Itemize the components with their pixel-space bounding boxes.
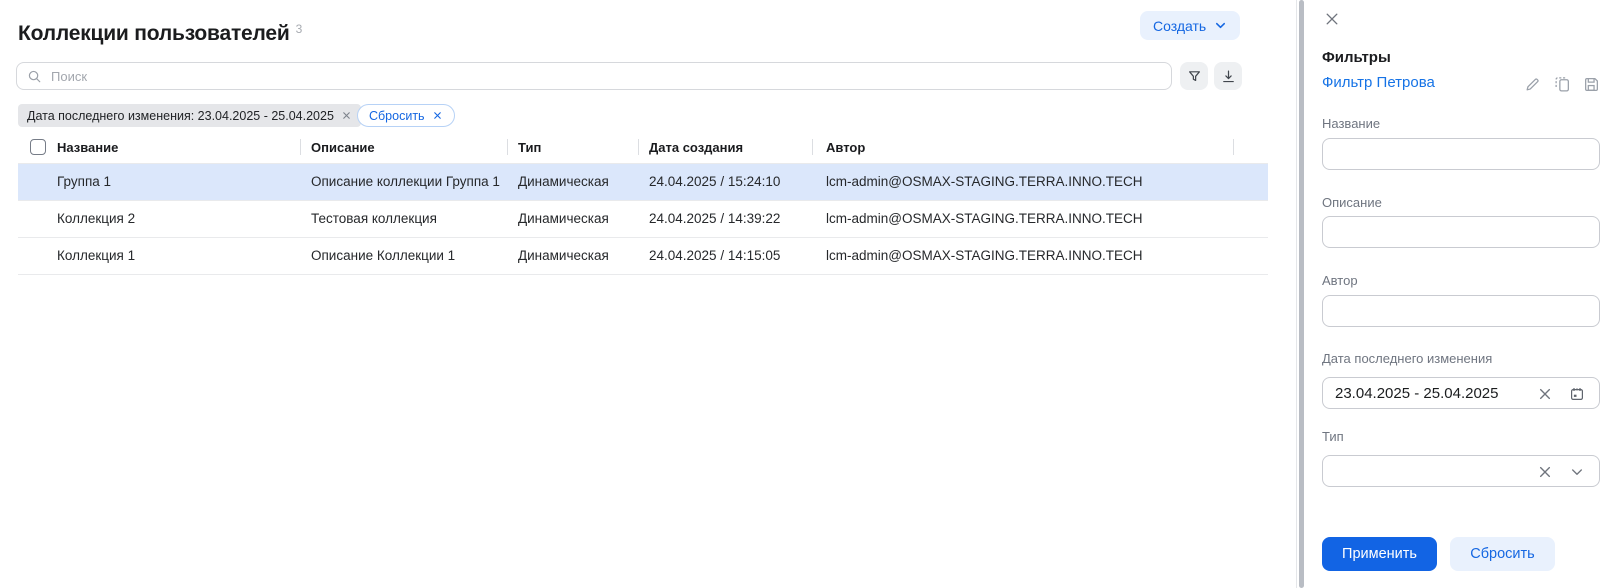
column-divider xyxy=(812,139,813,155)
column-divider xyxy=(300,139,301,155)
page-title: Коллекции пользователей 3 xyxy=(18,22,302,46)
close-icon xyxy=(1537,386,1555,402)
cell-type: Динамическая xyxy=(518,238,609,274)
active-filter-chip-date[interactable]: Дата последнего изменения: 23.04.2025 - … xyxy=(18,104,361,127)
create-button-label: Создать xyxy=(1153,18,1206,34)
description-field xyxy=(1322,216,1600,248)
column-header-description: Описание xyxy=(311,140,375,155)
open-type-dropdown-button[interactable] xyxy=(1569,463,1587,481)
cell-name: Коллекция 1 xyxy=(57,238,135,274)
cell-created: 24.04.2025 / 15:24:10 xyxy=(649,164,780,200)
search-input[interactable] xyxy=(49,62,1171,90)
name-field xyxy=(1322,138,1600,170)
description-field-label: Описание xyxy=(1322,195,1382,210)
download-icon xyxy=(1221,69,1236,84)
pencil-icon xyxy=(1524,76,1541,93)
cell-description: Описание Коллекции 1 xyxy=(311,238,455,274)
search-box xyxy=(16,62,1172,90)
reset-filters-button[interactable]: Сбросить xyxy=(1450,537,1555,571)
page-title-text: Коллекции пользователей xyxy=(18,22,290,45)
close-icon xyxy=(1537,464,1555,480)
cell-author: lcm-admin@OSMAX-STAGING.TERRA.INNO.TECH xyxy=(826,164,1142,200)
user-collections-page: Коллекции пользователей 3 Создать Дата по… xyxy=(0,0,1611,588)
date-range-field xyxy=(1322,377,1600,409)
chevron-down-icon xyxy=(1569,464,1587,480)
filter-button[interactable] xyxy=(1180,62,1208,90)
search-icon xyxy=(27,69,42,84)
cell-type: Динамическая xyxy=(518,201,609,237)
items-count-badge: 3 xyxy=(296,22,302,36)
chevron-down-icon xyxy=(1214,19,1227,32)
date-range-input[interactable] xyxy=(1323,378,1599,408)
cell-type: Динамическая xyxy=(518,164,609,200)
column-divider xyxy=(507,139,508,155)
cell-created: 24.04.2025 / 14:15:05 xyxy=(649,238,780,274)
column-divider xyxy=(638,139,639,155)
download-button[interactable] xyxy=(1214,62,1242,90)
type-select[interactable] xyxy=(1322,455,1600,487)
cell-author: lcm-admin@OSMAX-STAGING.TERRA.INNO.TECH xyxy=(826,201,1142,237)
create-button[interactable]: Создать xyxy=(1140,11,1240,40)
select-all-checkbox[interactable] xyxy=(30,139,46,155)
filter-panel-title: Фильтры xyxy=(1322,49,1391,66)
type-select-input[interactable] xyxy=(1323,456,1599,486)
apply-filters-button[interactable]: Применить xyxy=(1322,537,1437,571)
author-input[interactable] xyxy=(1323,296,1599,326)
table-row[interactable]: Группа 1 Описание коллекции Группа 1 Дин… xyxy=(18,164,1268,201)
save-icon xyxy=(1583,76,1600,93)
type-field-label: Тип xyxy=(1322,429,1344,444)
description-input[interactable] xyxy=(1323,217,1599,247)
name-field-label: Название xyxy=(1322,116,1380,131)
column-header-created: Дата создания xyxy=(649,140,743,155)
edit-filter-button[interactable] xyxy=(1524,76,1541,93)
reset-filters-chip[interactable]: Сбросить xyxy=(357,104,455,127)
calendar-icon xyxy=(1569,386,1587,402)
close-icon[interactable] xyxy=(341,110,352,121)
clear-type-button[interactable] xyxy=(1537,463,1555,481)
cell-author: lcm-admin@OSMAX-STAGING.TERRA.INNO.TECH xyxy=(826,238,1142,274)
column-header-author: Автор xyxy=(826,140,865,155)
close-icon[interactable] xyxy=(432,110,443,121)
date-field-label: Дата последнего изменения xyxy=(1322,351,1492,366)
close-panel-button[interactable] xyxy=(1324,10,1342,28)
copy-icon xyxy=(1554,76,1571,93)
panel-scrollbar[interactable] xyxy=(1299,0,1304,588)
column-header-name: Название xyxy=(57,140,118,155)
table-row[interactable]: Коллекция 1 Описание Коллекции 1 Динамич… xyxy=(18,238,1268,275)
clear-date-button[interactable] xyxy=(1537,385,1555,403)
table-header: Название Описание Тип Дата создания Авто… xyxy=(18,134,1268,163)
saved-filter-link[interactable]: Фильтр Петрова xyxy=(1322,74,1435,91)
close-icon xyxy=(1324,11,1342,27)
copy-filter-button[interactable] xyxy=(1554,76,1571,93)
name-input[interactable] xyxy=(1323,139,1599,169)
panel-divider xyxy=(1296,0,1297,588)
table-row[interactable]: Коллекция 2 Тестовая коллекция Динамичес… xyxy=(18,201,1268,238)
column-header-type: Тип xyxy=(518,140,541,155)
cell-name: Группа 1 xyxy=(57,164,111,200)
author-field-label: Автор xyxy=(1322,273,1358,288)
funnel-icon xyxy=(1187,69,1202,84)
cell-description: Тестовая коллекция xyxy=(311,201,437,237)
author-field xyxy=(1322,295,1600,327)
cell-created: 24.04.2025 / 14:39:22 xyxy=(649,201,780,237)
reset-filters-chip-label: Сбросить xyxy=(369,109,425,123)
table-body: Группа 1 Описание коллекции Группа 1 Дин… xyxy=(18,163,1268,275)
calendar-button[interactable] xyxy=(1569,385,1587,403)
active-filter-chip-label: Дата последнего изменения: 23.04.2025 - … xyxy=(27,109,334,123)
cell-description: Описание коллекции Группа 1 xyxy=(311,164,500,200)
column-divider xyxy=(1233,139,1234,155)
save-filter-button[interactable] xyxy=(1583,76,1600,93)
cell-name: Коллекция 2 xyxy=(57,201,135,237)
